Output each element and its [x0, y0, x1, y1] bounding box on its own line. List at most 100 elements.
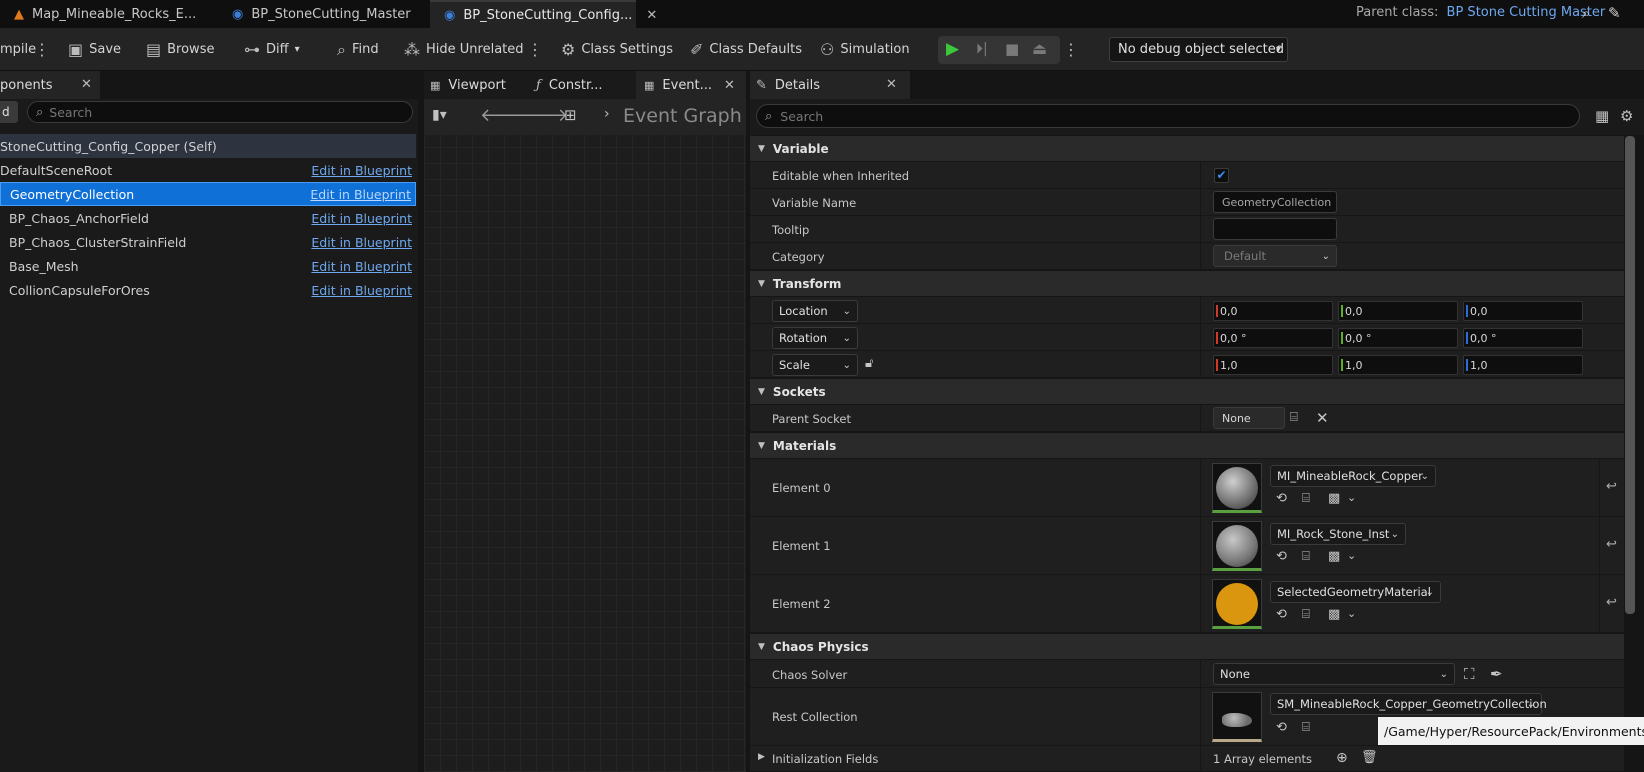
- details-search[interactable]: ⌕: [756, 104, 1580, 128]
- component-row-basemesh[interactable]: Base_Mesh Edit in Blueprint: [0, 254, 416, 278]
- close-icon[interactable]: ✕: [886, 77, 897, 92]
- search-icon[interactable]: ⌕: [1582, 4, 1590, 22]
- play-icon[interactable]: ▶: [946, 39, 959, 59]
- more-options-icon[interactable]: ⋮: [527, 40, 543, 59]
- tab-stonecutting-master[interactable]: ◉ BP_StoneCutting_Master: [218, 0, 430, 28]
- select-actor-icon[interactable]: ⛶: [1464, 665, 1475, 683]
- components-panel-tab[interactable]: ponents ✕: [0, 71, 100, 99]
- hierarchy-icon[interactable]: ⊞: [564, 106, 577, 124]
- component-row-geometrycollection[interactable]: GeometryCollection Edit in Blueprint: [0, 182, 416, 206]
- location-z-field[interactable]: 0,0: [1463, 301, 1583, 321]
- close-icon[interactable]: ✕: [81, 77, 92, 92]
- components-search[interactable]: ⌕: [27, 101, 413, 123]
- reset-arrow-icon[interactable]: ↩: [1606, 537, 1617, 552]
- clear-icon[interactable]: ✕: [1316, 409, 1329, 427]
- tab-construction-script[interactable]: ƒ Constr...: [524, 71, 624, 99]
- expand-triangle-icon[interactable]: ▶: [758, 752, 765, 762]
- chevron-down-icon[interactable]: ⌄: [1347, 607, 1356, 620]
- location-y-field[interactable]: 0,0: [1338, 301, 1458, 321]
- details-panel-tab[interactable]: ✎ Details ✕: [750, 71, 910, 99]
- rotation-y-field[interactable]: 0,0 °: [1338, 328, 1458, 348]
- variable-name-field[interactable]: GeometryCollection: [1213, 191, 1337, 213]
- find-button[interactable]: ⌕ Find: [337, 28, 379, 71]
- material-combo[interactable]: MI_MineableRock_Copper ⌄: [1270, 465, 1436, 487]
- details-scrollbar[interactable]: [1625, 136, 1635, 614]
- simulation-button[interactable]: ⚇ Simulation: [820, 28, 910, 71]
- use-selected-icon[interactable]: ⟲: [1276, 607, 1287, 622]
- tab-event-graph[interactable]: ▦ Event... ✕: [636, 71, 746, 99]
- rotation-mode-combo[interactable]: Rotation ⌄: [772, 327, 858, 349]
- close-icon[interactable]: ✕: [646, 8, 657, 23]
- use-selected-icon[interactable]: ⟲: [1276, 491, 1287, 506]
- diff-button[interactable]: ⊶ Diff ▾: [244, 28, 300, 71]
- browse-folder-icon[interactable]: ⌸: [1302, 720, 1310, 735]
- details-search-input[interactable]: [780, 108, 1541, 124]
- browse-folder-icon[interactable]: ⌸: [1290, 410, 1298, 425]
- parent-socket-field[interactable]: None: [1213, 407, 1285, 429]
- geometry-collection-thumbnail[interactable]: [1212, 692, 1262, 742]
- checker-icon[interactable]: ▩: [1328, 607, 1340, 622]
- material-combo[interactable]: MI_Rock_Stone_Inst ⌄: [1270, 523, 1406, 545]
- tab-map[interactable]: ▲ Map_Mineable_Rocks_E...: [0, 0, 218, 28]
- chaos-solver-combo[interactable]: None ⌄: [1213, 663, 1455, 685]
- lock-icon[interactable]: 🔓︎: [865, 356, 873, 371]
- material-thumbnail[interactable]: [1212, 463, 1262, 513]
- add-element-icon[interactable]: ⊕: [1336, 750, 1348, 766]
- editable-checkbox[interactable]: ✔: [1214, 168, 1229, 183]
- scale-mode-combo[interactable]: Scale ⌄: [772, 354, 858, 376]
- bookmark-icon[interactable]: ▮▾: [432, 107, 447, 123]
- reset-arrow-icon[interactable]: ↩: [1606, 595, 1617, 610]
- chevron-down-icon[interactable]: ⌄: [1347, 491, 1356, 504]
- use-selected-icon[interactable]: ⟲: [1276, 549, 1287, 564]
- chevron-down-icon[interactable]: ⌄: [1347, 549, 1356, 562]
- edit-in-blueprint-link[interactable]: Edit in Blueprint: [311, 211, 412, 226]
- edit-in-blueprint-link[interactable]: Edit in Blueprint: [311, 163, 412, 178]
- eject-icon[interactable]: ⏏: [1032, 39, 1047, 58]
- table-view-icon[interactable]: ▦: [1595, 107, 1609, 125]
- component-row-capsule[interactable]: CollionCapsuleForOres Edit in Blueprint: [0, 278, 416, 302]
- tab-viewport[interactable]: ▦ Viewport: [424, 71, 524, 99]
- scale-x-field[interactable]: 1,0: [1213, 355, 1333, 375]
- browse-folder-icon[interactable]: ⌸: [1302, 549, 1310, 564]
- rest-collection-combo[interactable]: SM_MineableRock_Copper_GeometryCollectio…: [1270, 693, 1547, 715]
- more-options-icon[interactable]: ⋮: [34, 40, 50, 59]
- eyedropper-icon[interactable]: ✒: [1490, 665, 1503, 683]
- scale-z-field[interactable]: 1,0: [1463, 355, 1583, 375]
- debug-object-select[interactable]: No debug object selected ▾: [1109, 37, 1288, 62]
- event-graph-canvas[interactable]: ▮▾ 🡐 🡒 ⊞ › Event Graph: [424, 99, 746, 772]
- more-options-icon[interactable]: ⋮: [1063, 40, 1079, 59]
- class-defaults-button[interactable]: ✐ Class Defaults: [690, 28, 802, 71]
- browse-folder-icon[interactable]: ⌸: [1302, 491, 1310, 506]
- hide-unrelated-button[interactable]: ⁂ Hide Unrelated: [404, 28, 524, 71]
- tab-stonecutting-config[interactable]: ◉ BP_StoneCutting_Config... ✕: [430, 0, 657, 28]
- components-search-input[interactable]: [49, 104, 380, 120]
- stop-icon[interactable]: ■: [1005, 40, 1019, 58]
- class-settings-button[interactable]: ⚙ Class Settings: [561, 28, 673, 71]
- edit-in-blueprint-link[interactable]: Edit in Blueprint: [310, 187, 411, 202]
- browse-folder-icon[interactable]: ⌸: [1302, 607, 1310, 622]
- material-thumbnail[interactable]: [1212, 579, 1262, 629]
- category-combo[interactable]: Default ⌄: [1213, 245, 1337, 267]
- edit-pencil-icon[interactable]: ✎: [1608, 4, 1621, 22]
- edit-in-blueprint-link[interactable]: Edit in Blueprint: [311, 235, 412, 250]
- checker-icon[interactable]: ▩: [1328, 549, 1340, 564]
- rotation-z-field[interactable]: 0,0 °: [1463, 328, 1583, 348]
- section-chaos-physics[interactable]: ▼ Chaos Physics: [750, 634, 1624, 660]
- forward-arrow-icon[interactable]: 🡒: [520, 105, 568, 126]
- component-row-defaultsceneroot[interactable]: DefaultSceneRoot Edit in Blueprint: [0, 158, 416, 182]
- browse-button[interactable]: ▤ Browse: [146, 28, 214, 71]
- add-component-button[interactable]: d: [0, 101, 18, 123]
- tooltip-field[interactable]: [1213, 218, 1337, 240]
- section-transform[interactable]: ▼ Transform: [750, 271, 1624, 297]
- checker-icon[interactable]: ▩: [1328, 491, 1340, 506]
- rotation-x-field[interactable]: 0,0 °: [1213, 328, 1333, 348]
- edit-in-blueprint-link[interactable]: Edit in Blueprint: [311, 259, 412, 274]
- step-icon[interactable]: ⏵|: [976, 41, 988, 57]
- scale-y-field[interactable]: 1,0: [1338, 355, 1458, 375]
- self-row[interactable]: StoneCutting_Config_Copper (Self): [0, 134, 416, 158]
- location-mode-combo[interactable]: Location ⌄: [772, 300, 858, 322]
- component-row-anchorfield[interactable]: BP_Chaos_AnchorField Edit in Blueprint: [0, 206, 416, 230]
- edit-in-blueprint-link[interactable]: Edit in Blueprint: [311, 283, 412, 298]
- save-button[interactable]: ▣ Save: [68, 28, 121, 71]
- section-materials[interactable]: ▼ Materials: [750, 433, 1624, 459]
